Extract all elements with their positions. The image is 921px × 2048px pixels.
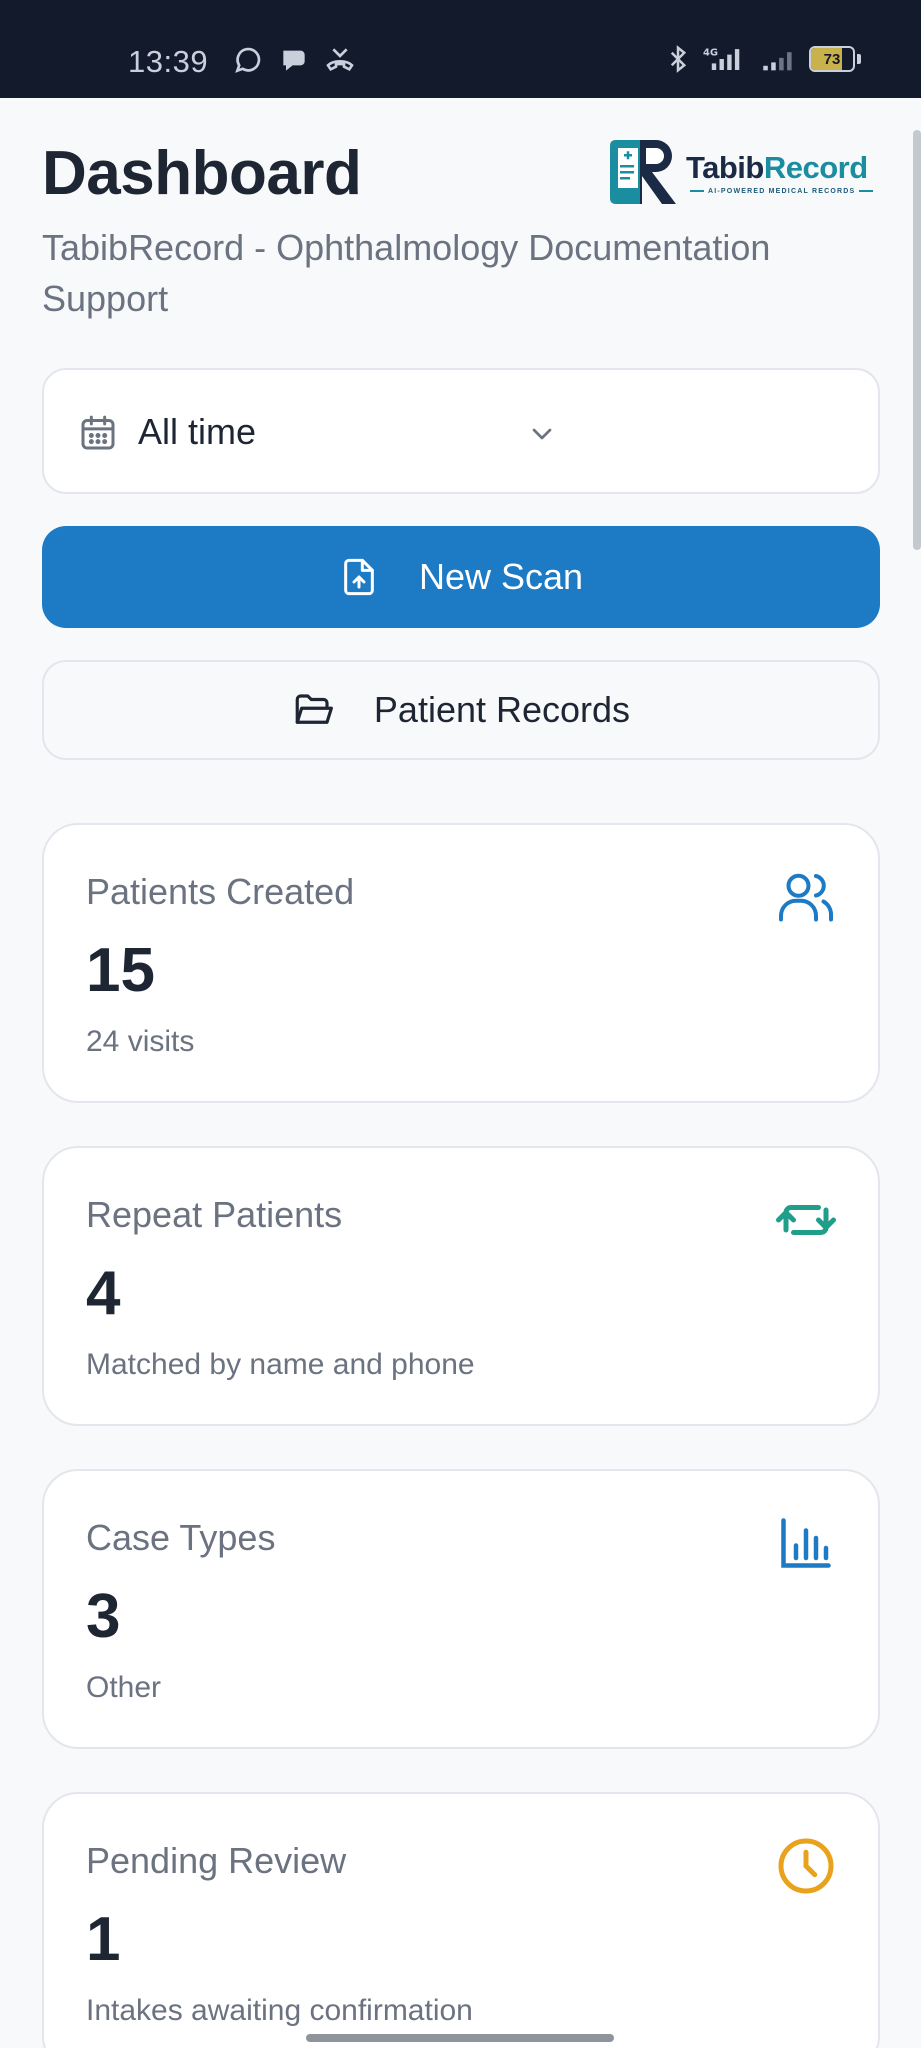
- date-range-select[interactable]: All time: [42, 368, 880, 494]
- stat-value: 15: [86, 936, 155, 1005]
- logo-mark-icon: [610, 140, 676, 204]
- stat-subtext: Matched by name and phone: [86, 1348, 475, 1381]
- tabibrecord-logo: TabibRecord AI-POWERED MEDICAL RECORDS: [606, 138, 872, 206]
- whatsapp-icon: [235, 47, 261, 73]
- stat-card-pending-review[interactable]: Pending Review 1 Intakes awaiting confir…: [42, 1792, 880, 2048]
- status-bar: 13:39 4G 73: [0, 0, 921, 98]
- calendar-icon: [81, 415, 115, 450]
- folder-open-icon: [295, 694, 333, 724]
- clock-icon: [778, 1838, 834, 1894]
- patient-records-button[interactable]: Patient Records: [42, 660, 880, 760]
- page-title: Dashboard: [42, 139, 362, 208]
- scrollbar[interactable]: [913, 130, 921, 550]
- signal-4g-icon: 4G: [703, 48, 740, 70]
- new-scan-button[interactable]: New Scan: [42, 526, 880, 628]
- date-range-value: All time: [138, 411, 257, 452]
- stat-subtext: 24 visits: [86, 1025, 195, 1058]
- stat-card-case-types[interactable]: Case Types 3 Other: [42, 1469, 880, 1749]
- patient-records-label: Patient Records: [373, 689, 631, 730]
- repeat-icon: [776, 1205, 836, 1235]
- home-indicator[interactable]: [306, 2034, 614, 2042]
- new-scan-label: New Scan: [418, 556, 584, 597]
- system-icons: 4G 73: [667, 44, 861, 74]
- logo-text: TabibRecord: [686, 150, 868, 185]
- stat-label: Patients Created: [86, 871, 355, 912]
- stat-value: 4: [86, 1259, 121, 1328]
- file-upload-icon: [344, 558, 374, 596]
- chat-icon: [283, 50, 305, 71]
- notification-icons: [232, 44, 356, 76]
- chevron-down-icon: [532, 428, 552, 440]
- missed-call-icon: [326, 48, 354, 72]
- page-subtitle: TabibRecord - Ophthalmology Documentatio…: [42, 227, 771, 319]
- stat-value: 1: [86, 1905, 121, 1974]
- battery-icon: 73: [809, 46, 855, 72]
- stat-subtext: Intakes awaiting confirmation: [86, 1994, 473, 2027]
- stat-label: Repeat Patients: [86, 1194, 343, 1235]
- stat-value: 3: [86, 1582, 121, 1651]
- stat-label: Pending Review: [86, 1840, 347, 1881]
- stat-card-repeat-patients[interactable]: Repeat Patients 4 Matched by name and ph…: [42, 1146, 880, 1426]
- stat-label: Case Types: [86, 1517, 276, 1558]
- users-icon: [779, 873, 834, 922]
- status-time: 13:39: [128, 44, 209, 79]
- logo-tagline: AI-POWERED MEDICAL RECORDS: [686, 188, 877, 195]
- bluetooth-icon: [670, 45, 687, 73]
- stat-card-patients-created[interactable]: Patients Created 15 24 visits: [42, 823, 880, 1103]
- svg-text:4G: 4G: [703, 48, 718, 59]
- bar-chart-icon: [781, 1518, 831, 1568]
- stat-subtext: Other: [86, 1671, 162, 1704]
- signal-icon: [763, 52, 792, 71]
